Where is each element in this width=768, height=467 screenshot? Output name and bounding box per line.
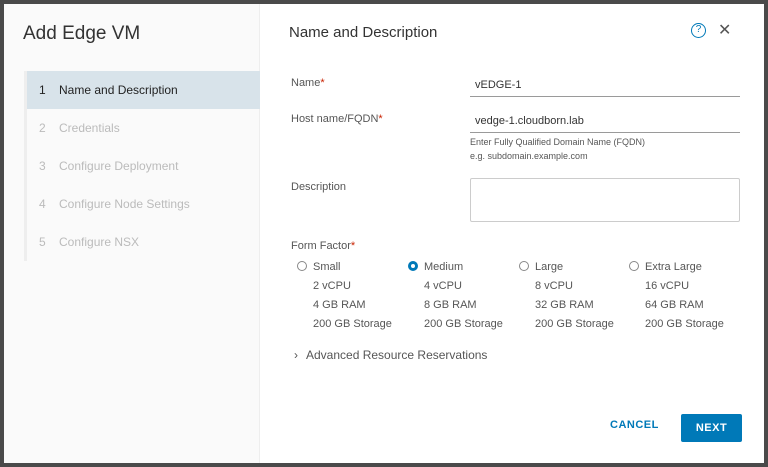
host-label: Host name/FQDN* xyxy=(291,113,383,125)
step-label: Credentials xyxy=(59,121,120,135)
radio-extra-large[interactable] xyxy=(629,261,639,271)
name-input[interactable]: vEDGE-1 xyxy=(470,79,740,97)
required-marker: * xyxy=(350,240,356,252)
step-number: 3 xyxy=(39,159,46,173)
option-name: Large xyxy=(535,261,564,273)
radio-large[interactable] xyxy=(519,261,529,271)
wizard-title: Add Edge VM xyxy=(23,23,141,44)
name-label: Name* xyxy=(291,77,325,89)
step-configure-nsx[interactable]: 5 Configure NSX xyxy=(27,223,260,261)
host-hint: Enter Fully Qualified Domain Name (FQDN) xyxy=(470,137,646,147)
option-ram: 8 GB RAM xyxy=(424,299,477,311)
page-title: Name and Description xyxy=(289,24,438,41)
option-name: Small xyxy=(313,261,341,273)
step-label: Name and Description xyxy=(59,83,178,97)
option-ram: 4 GB RAM xyxy=(313,299,366,311)
step-label: Configure Node Settings xyxy=(59,197,190,211)
description-textarea[interactable] xyxy=(470,178,740,222)
wizard-steps: 1 Name and Description 2 Credentials 3 Conf… xyxy=(24,71,260,261)
radio-medium[interactable] xyxy=(408,261,418,271)
option-storage: 200 GB Storage xyxy=(313,318,392,330)
form-factor-medium[interactable]: Medium 4 vCPU 8 GB RAM 200 GB Storage xyxy=(408,261,518,337)
option-cpu: 16 vCPU xyxy=(645,280,690,292)
step-number: 2 xyxy=(39,121,46,135)
option-ram: 64 GB RAM xyxy=(645,299,704,311)
advanced-label: Advanced Resource Reservations xyxy=(306,348,488,362)
wizard-sidebar: Add Edge VM 1 Name and Description 2 Crede… xyxy=(4,4,260,463)
add-edge-vm-dialog: Add Edge VM 1 Name and Description 2 Crede… xyxy=(4,4,764,463)
advanced-reservations-toggle[interactable]: › Advanced Resource Reservations xyxy=(294,348,487,362)
option-storage: 200 GB Storage xyxy=(424,318,503,330)
cancel-button[interactable]: CANCEL xyxy=(610,419,659,431)
form-factor-large[interactable]: Large 8 vCPU 32 GB RAM 200 GB Storage xyxy=(519,261,629,337)
host-example: e.g. subdomain.example.com xyxy=(470,151,588,161)
help-icon[interactable]: ? xyxy=(691,23,706,38)
close-icon[interactable]: ✕ xyxy=(718,20,731,40)
step-name-description[interactable]: 1 Name and Description xyxy=(27,71,260,109)
radio-small[interactable] xyxy=(297,261,307,271)
required-marker: * xyxy=(320,77,325,89)
next-button[interactable]: NEXT xyxy=(681,414,742,442)
required-marker: * xyxy=(378,113,383,125)
option-name: Medium xyxy=(424,261,464,273)
option-cpu: 8 vCPU xyxy=(535,280,573,292)
option-cpu: 4 vCPU xyxy=(424,280,462,292)
step-number: 1 xyxy=(39,83,46,97)
step-number: 4 xyxy=(39,197,46,211)
option-storage: 200 GB Storage xyxy=(645,318,724,330)
step-credentials[interactable]: 2 Credentials xyxy=(27,109,260,147)
step-label: Configure Deployment xyxy=(59,159,179,173)
chevron-right-icon: › xyxy=(294,348,298,362)
name-label-text: Name xyxy=(291,77,321,89)
option-cpu: 2 vCPU xyxy=(313,280,351,292)
step-number: 5 xyxy=(39,235,46,249)
hostname-input[interactable]: vedge-1.cloudborn.lab xyxy=(470,115,740,133)
step-configure-node-settings[interactable]: 4 Configure Node Settings xyxy=(27,185,260,223)
form-factor-extra-large[interactable]: Extra Large 16 vCPU 64 GB RAM 200 GB Sto… xyxy=(629,261,739,337)
step-configure-deployment[interactable]: 3 Configure Deployment xyxy=(27,147,260,185)
form-factor-label-text: Form Factor xyxy=(291,240,351,252)
description-label: Description xyxy=(291,181,347,193)
wizard-content: Name and Description ? ✕ Name* vEDGE-1 H… xyxy=(260,4,764,463)
form-factor-label: Form Factor* xyxy=(291,240,355,252)
option-storage: 200 GB Storage xyxy=(535,318,614,330)
option-ram: 32 GB RAM xyxy=(535,299,594,311)
host-label-text: Host name/FQDN xyxy=(291,113,379,125)
form-factor-small[interactable]: Small 2 vCPU 4 GB RAM 200 GB Storage xyxy=(297,261,407,337)
option-name: Extra Large xyxy=(645,261,702,273)
step-label: Configure NSX xyxy=(59,235,140,249)
